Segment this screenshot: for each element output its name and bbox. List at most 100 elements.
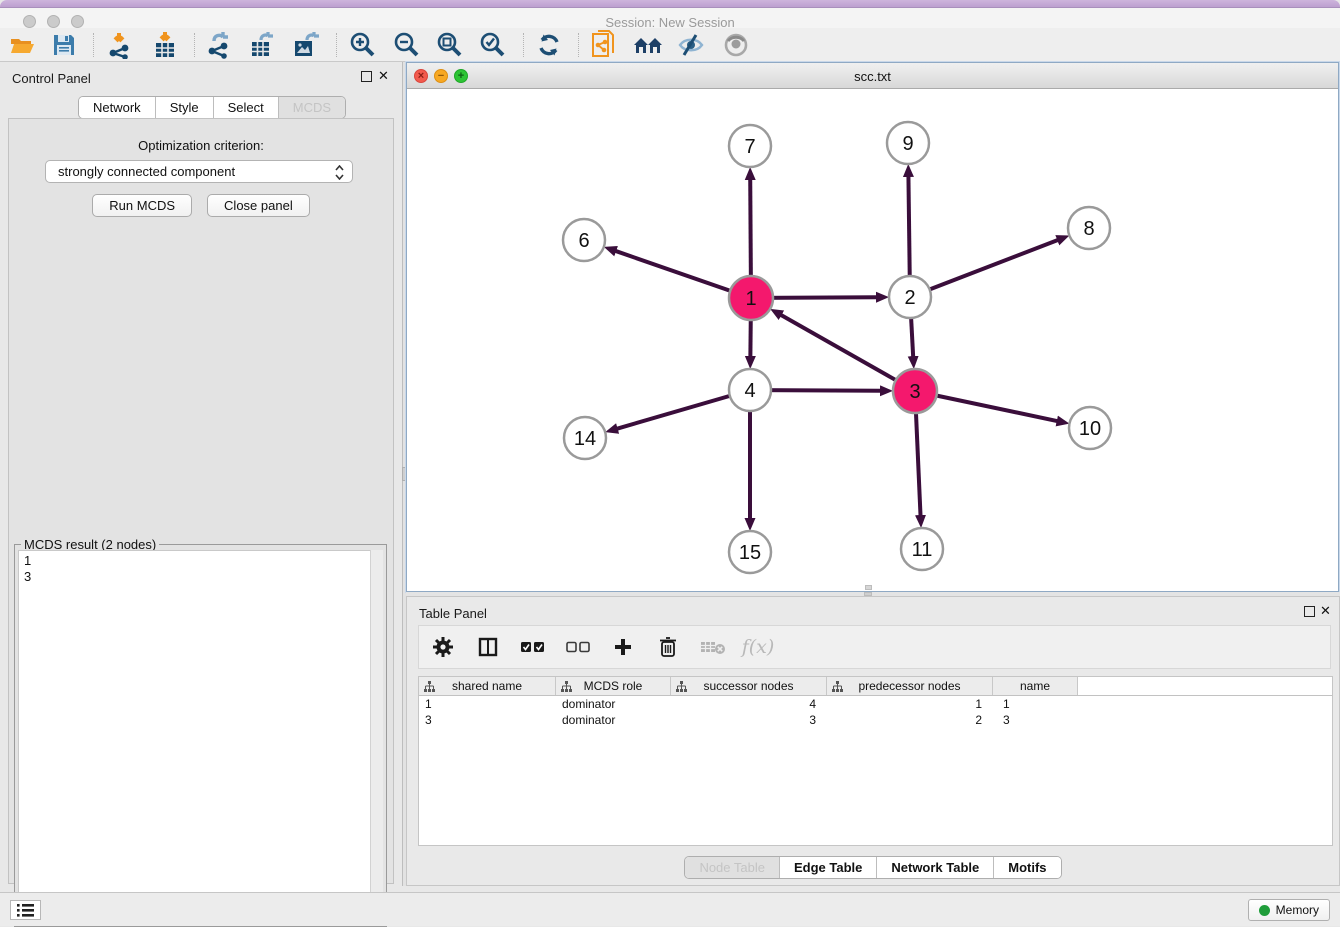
graph-node-4[interactable]: 4 xyxy=(729,369,771,411)
graph-edge-2-8[interactable] xyxy=(910,240,1058,297)
graph-node-15[interactable]: 15 xyxy=(729,531,771,573)
zoom-in-button[interactable] xyxy=(346,31,378,59)
cell-mcds-role: dominator xyxy=(556,713,671,727)
delete-table-button[interactable] xyxy=(699,633,727,661)
graph-node-7[interactable]: 7 xyxy=(729,125,771,167)
result-scrollbar[interactable] xyxy=(370,550,383,923)
graph-node-2[interactable]: 2 xyxy=(889,276,931,318)
graph-node-1[interactable]: 1 xyxy=(729,276,773,320)
control-panel-tabs: Network Style Select MCDS xyxy=(78,96,346,119)
gear-icon xyxy=(432,636,454,658)
unchecked-boxes-icon xyxy=(566,641,590,653)
node-table: shared name MCDS role successor nodes pr… xyxy=(418,676,1333,846)
zoom-fit-button[interactable] xyxy=(433,31,465,59)
table-header-row: shared name MCDS role successor nodes pr… xyxy=(419,677,1332,696)
export-table-icon xyxy=(248,31,276,59)
cell-name: 1 xyxy=(993,697,1078,711)
graph-node-label: 6 xyxy=(578,230,589,252)
zoom-out-button[interactable] xyxy=(390,31,422,59)
export-network-button[interactable] xyxy=(202,31,234,59)
cell-name: 3 xyxy=(993,713,1078,727)
hierarchy-icon xyxy=(676,681,687,692)
hierarchy-icon xyxy=(832,681,843,692)
graph-node-10[interactable]: 10 xyxy=(1069,407,1111,449)
graph-node-6[interactable]: 6 xyxy=(563,219,605,261)
tab-edge-table[interactable]: Edge Table xyxy=(780,857,877,878)
add-row-button[interactable] xyxy=(609,633,637,661)
delete-row-button[interactable] xyxy=(654,633,682,661)
import-network-icon xyxy=(105,31,133,59)
save-icon xyxy=(52,33,76,57)
function-builder-button[interactable]: f(x) xyxy=(744,633,772,661)
show-all-networks-button[interactable] xyxy=(632,31,664,59)
tab-motifs[interactable]: Motifs xyxy=(994,857,1060,878)
zoom-in-icon xyxy=(348,31,376,59)
houses-icon xyxy=(632,32,664,58)
export-image-button[interactable] xyxy=(290,31,322,59)
column-header-predecessor-nodes[interactable]: predecessor nodes xyxy=(827,677,993,695)
select-all-button[interactable] xyxy=(519,633,547,661)
show-hidden-button[interactable] xyxy=(720,31,752,59)
open-session-button[interactable] xyxy=(6,31,38,59)
import-table-button[interactable] xyxy=(149,31,181,59)
zoom-selected-button[interactable] xyxy=(476,31,508,59)
cell-shared-name: 1 xyxy=(419,697,556,711)
control-panel: Control Panel ✕ Network Style Select MCD… xyxy=(0,62,402,886)
graph-node-label: 11 xyxy=(912,539,933,561)
tab-node-table[interactable]: Node Table xyxy=(685,857,780,878)
column-header-mcds-role[interactable]: MCDS role xyxy=(556,677,671,695)
network-file-button[interactable] xyxy=(588,31,620,59)
table-panel: Table Panel ✕ xyxy=(406,596,1340,886)
graph-node-3[interactable]: 3 xyxy=(893,369,937,413)
eye-slash-icon xyxy=(677,32,705,58)
open-folder-icon xyxy=(9,32,35,58)
graph-node-label: 8 xyxy=(1083,218,1094,240)
dropdown-stepper-icon xyxy=(335,165,344,180)
eye-disabled-icon xyxy=(722,32,750,58)
graph-node-11[interactable]: 11 xyxy=(901,528,943,570)
criterion-dropdown[interactable]: strongly connected component xyxy=(45,160,353,183)
table-options-button[interactable] xyxy=(429,633,457,661)
tab-select[interactable]: Select xyxy=(214,97,279,118)
network-canvas[interactable]: 7 9 6 8 1 2 4 3 14 10 15 11 xyxy=(407,89,1338,591)
graph-node-label: 4 xyxy=(744,380,755,402)
unselect-all-button[interactable] xyxy=(564,633,592,661)
close-panel-icon[interactable]: ✕ xyxy=(1320,603,1331,619)
column-header-successor-nodes[interactable]: successor nodes xyxy=(671,677,827,695)
tab-mcds[interactable]: MCDS xyxy=(279,97,345,118)
close-panel-icon[interactable]: ✕ xyxy=(378,68,389,84)
save-session-button[interactable] xyxy=(48,31,80,59)
close-panel-button[interactable]: Close panel xyxy=(207,194,310,217)
column-header-shared-name[interactable]: shared name xyxy=(419,677,556,695)
hierarchy-icon xyxy=(424,681,435,692)
table-row[interactable]: 3 dominator 3 2 3 xyxy=(419,712,1332,728)
export-table-button[interactable] xyxy=(246,31,278,59)
graph-node-14[interactable]: 14 xyxy=(564,417,606,459)
graph-node-8[interactable]: 8 xyxy=(1068,207,1110,249)
run-mcds-button[interactable]: Run MCDS xyxy=(92,194,192,217)
control-panel-title: Control Panel xyxy=(12,71,91,86)
memory-button[interactable]: Memory xyxy=(1248,899,1330,921)
show-column-button[interactable] xyxy=(474,633,502,661)
list-icon xyxy=(17,904,34,917)
graph-node-9[interactable]: 9 xyxy=(887,122,929,164)
app-titlebar: Session: New Session xyxy=(0,8,1340,28)
tab-style[interactable]: Style xyxy=(156,97,214,118)
columns-icon xyxy=(478,637,498,657)
view-resize-handle[interactable] xyxy=(865,585,872,590)
import-network-button[interactable] xyxy=(103,31,135,59)
float-panel-icon[interactable] xyxy=(361,71,372,82)
table-row[interactable]: 1 dominator 4 1 1 xyxy=(419,696,1332,712)
tab-network-table[interactable]: Network Table xyxy=(877,857,994,878)
delete-table-icon xyxy=(700,639,726,655)
hide-selected-button[interactable] xyxy=(675,31,707,59)
task-history-button[interactable] xyxy=(10,900,41,920)
float-panel-icon[interactable] xyxy=(1304,606,1315,617)
cell-predecessor-nodes: 1 xyxy=(827,697,993,711)
column-label: predecessor nodes xyxy=(858,679,960,693)
network-window-titlebar[interactable]: × − + scc.txt xyxy=(407,63,1338,89)
tab-network[interactable]: Network xyxy=(79,97,156,118)
column-header-name[interactable]: name xyxy=(993,677,1078,695)
criterion-value: strongly connected component xyxy=(58,164,235,179)
refresh-view-button[interactable] xyxy=(533,31,565,59)
